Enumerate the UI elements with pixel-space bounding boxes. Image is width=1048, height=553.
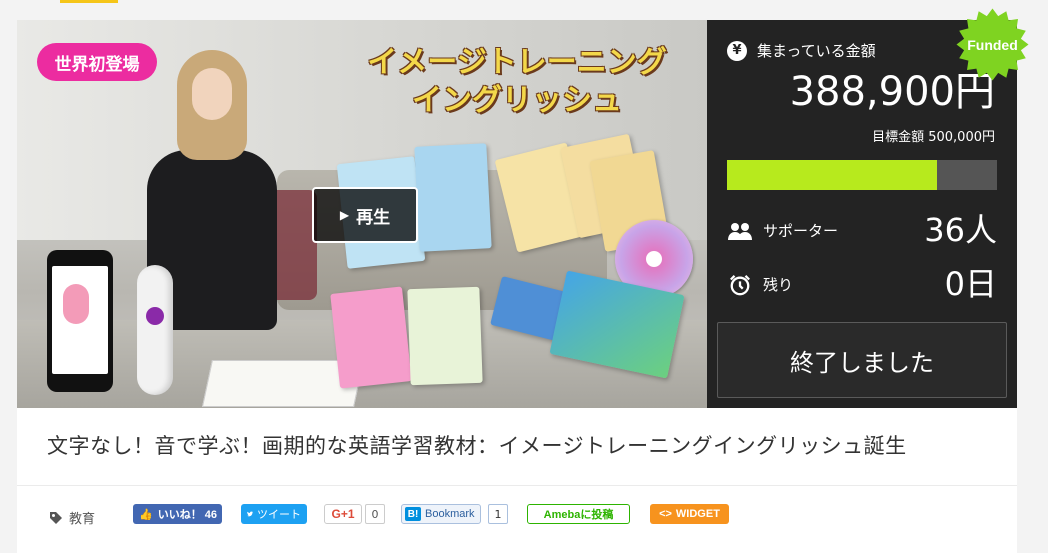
google-plus-button[interactable]: G+1: [324, 504, 362, 524]
product-book-image: [330, 286, 412, 389]
supporters-count: 36人: [924, 211, 997, 249]
facebook-like-button[interactable]: 👍 いいね！ 46: [133, 504, 222, 524]
twitter-tweet-button[interactable]: ツイート: [241, 504, 307, 524]
remaining-days: 0日: [944, 265, 997, 303]
funding-progress-bar: [727, 160, 997, 190]
hatena-bookmark-count: 1: [488, 504, 508, 524]
twitter-bird-icon: [247, 511, 253, 517]
share-bar: 教育 👍 いいね！ 46 ツイート G+1 0 B! Bookmark 1 Am…: [17, 500, 1017, 530]
goal-amount: 目標金額 500,000円: [872, 130, 995, 145]
ameba-post-button[interactable]: Amebaに投稿: [527, 504, 630, 524]
code-brackets-icon: <>: [659, 508, 672, 520]
play-video-button[interactable]: ▶ 再生: [312, 187, 418, 243]
funded-label: 集まっている金額: [757, 42, 876, 60]
hero-title: イメージトレーニング イングリッシュ: [367, 45, 667, 118]
remaining-label: 残り: [763, 276, 794, 294]
google-plus-count: 0: [365, 504, 385, 524]
category-tag[interactable]: 教育: [49, 508, 95, 527]
timer-icon: [730, 275, 750, 296]
play-icon: ▶: [339, 208, 350, 222]
supporters-label: サポーター: [763, 222, 839, 240]
remaining-row: 残り 0日: [727, 264, 997, 304]
product-book-image: [407, 286, 483, 386]
supporters-row: サポーター 36人: [727, 210, 997, 250]
top-accent-bar: [60, 0, 118, 3]
project-ended-button[interactable]: 終了しました: [717, 322, 1007, 398]
smartphone-image: [47, 250, 113, 392]
project-hero-image[interactable]: 世界初登場 イメージトレーニング イングリッシュ ▶ 再生: [17, 20, 707, 408]
hatena-bookmark-button[interactable]: B! Bookmark: [401, 504, 481, 524]
hatena-b-icon: B!: [405, 507, 421, 521]
yen-icon: ¥: [727, 40, 747, 61]
project-title: 文字なし！音で学ぶ！画期的な英語学習教材：イメージトレーニングイングリッシュ誕生: [47, 434, 907, 458]
funded-status-badge: Funded: [955, 7, 1030, 82]
product-book-image: [414, 143, 492, 252]
supporters-icon: [728, 223, 752, 240]
widget-button[interactable]: <> WIDGET: [650, 504, 729, 524]
tag-icon: [50, 511, 62, 524]
funding-progress-fill: [727, 160, 938, 190]
divider: [17, 485, 1017, 486]
thumbs-up-icon: 👍: [139, 508, 153, 521]
world-first-badge: 世界初登場: [37, 43, 157, 81]
talking-pen-image: [137, 265, 173, 395]
